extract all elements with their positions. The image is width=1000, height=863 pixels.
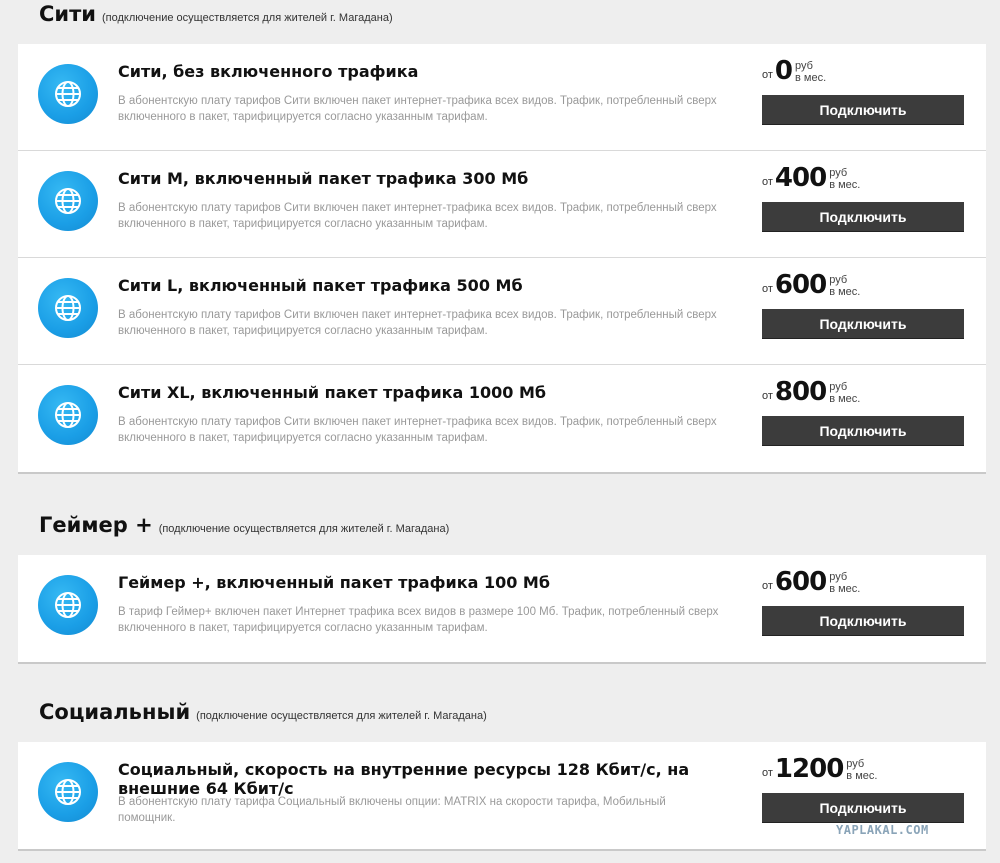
price-from-label: от xyxy=(762,283,773,295)
plan-title: Сити, без включенного трафика xyxy=(118,62,419,81)
connect-button[interactable]: Подключить xyxy=(762,416,964,446)
plan-price: от 1200 руб в мес. xyxy=(762,756,877,782)
plan-price: от 0 руб в мес. xyxy=(762,58,826,84)
plan-card: Сити XL, включенный пакет трафика 1000 М… xyxy=(18,365,986,472)
connect-button[interactable]: Подключить xyxy=(762,202,964,232)
price-currency: руб xyxy=(829,381,848,393)
plan-description: В абонентскую плату тарифов Сити включен… xyxy=(118,202,717,230)
price-period: в мес. xyxy=(829,286,861,298)
plan-card: Геймер +, включенный пакет трафика 100 М… xyxy=(18,555,986,662)
plan-price: от 400 руб в мес. xyxy=(762,165,860,191)
plan-price: от 600 руб в мес. xyxy=(762,569,860,595)
plan-price: от 600 руб в мес. xyxy=(762,272,860,298)
price-currency: руб xyxy=(829,571,848,583)
price-units: руб в мес. xyxy=(829,381,860,405)
section-header-social: Социальный (подключение осуществляется д… xyxy=(39,700,487,724)
price-value: 400 xyxy=(774,163,827,193)
globe-icon xyxy=(38,385,98,445)
price-period: в мес. xyxy=(829,583,861,595)
plan-title: Сити XL, включенный пакет трафика 1000 М… xyxy=(118,383,547,402)
price-currency: руб xyxy=(846,758,865,770)
price-value: 1200 xyxy=(774,754,844,784)
plan-price: от 800 руб в мес. xyxy=(762,379,860,405)
globe-icon xyxy=(38,278,98,338)
price-from-label: от xyxy=(762,69,773,81)
connect-button[interactable]: Подключить xyxy=(762,95,964,125)
section-header-gamer: Геймер + (подключение осуществляется для… xyxy=(39,513,449,537)
price-units: руб в мес. xyxy=(846,758,877,782)
price-currency: руб xyxy=(795,60,813,72)
price-value: 600 xyxy=(774,270,827,300)
globe-icon xyxy=(38,171,98,231)
section-note: (подключение осуществляется для жителей … xyxy=(158,523,450,535)
section-note: (подключение осуществляется для жителей … xyxy=(196,710,487,722)
connect-button[interactable]: Подключить xyxy=(762,309,964,339)
section-gamer-plans: Геймер +, включенный пакет трафика 100 М… xyxy=(18,555,986,664)
plan-card: Сити L, включенный пакет трафика 500 Мб … xyxy=(18,258,986,365)
plan-title: Сити L, включенный пакет трафика 500 Мб xyxy=(118,276,523,295)
plan-card: Сити М, включенный пакет трафика 300 Мб … xyxy=(18,151,986,258)
price-from-label: от xyxy=(762,390,773,402)
plan-description: В абонентскую плату тарифов Сити включен… xyxy=(118,416,717,444)
section-city-plans: Сити, без включенного трафика В абонентс… xyxy=(18,44,986,474)
connect-button[interactable]: Подключить xyxy=(762,606,964,636)
globe-icon xyxy=(38,64,98,124)
plan-title: Социальный, скорость на внутренние ресур… xyxy=(118,760,690,798)
globe-icon xyxy=(38,575,98,635)
price-units: руб в мес. xyxy=(829,274,860,298)
watermark: YAPLAKAL.COM xyxy=(836,823,929,837)
price-value: 0 xyxy=(774,56,793,86)
plan-description: В абонентскую плату тарифов Сити включен… xyxy=(118,95,717,123)
price-from-label: от xyxy=(762,176,773,188)
plan-title: Геймер +, включенный пакет трафика 100 М… xyxy=(118,573,551,592)
section-title: Сити xyxy=(39,2,97,26)
price-from-label: от xyxy=(762,580,773,592)
price-period: в мес. xyxy=(829,179,861,191)
price-period: в мес. xyxy=(846,770,878,782)
price-currency: руб xyxy=(829,274,848,286)
price-period: в мес. xyxy=(795,72,827,84)
price-units: руб в мес. xyxy=(829,571,860,595)
plan-description: В абонентскую плату тарифов Сити включен… xyxy=(118,309,717,337)
section-title: Геймер + xyxy=(39,513,153,537)
plan-description: В абонентскую плату тарифа Социальный вк… xyxy=(118,796,666,824)
price-period: в мес. xyxy=(829,393,861,405)
globe-icon xyxy=(38,762,98,822)
section-title: Социальный xyxy=(39,700,191,724)
connect-button[interactable]: Подключить xyxy=(762,793,964,823)
price-currency: руб xyxy=(829,167,848,179)
plan-title: Сити М, включенный пакет трафика 300 Мб xyxy=(118,169,529,188)
section-header-city: Сити (подключение осуществляется для жит… xyxy=(39,2,393,26)
section-note: (подключение осуществляется для жителей … xyxy=(102,12,393,24)
plan-description: В тариф Геймер+ включен пакет Интернет т… xyxy=(118,606,719,634)
price-from-label: от xyxy=(762,767,773,779)
price-units: руб в мес. xyxy=(829,167,860,191)
price-units: руб в мес. xyxy=(795,60,826,84)
price-value: 600 xyxy=(774,567,827,597)
price-value: 800 xyxy=(774,377,827,407)
plan-card: Сити, без включенного трафика В абонентс… xyxy=(18,44,986,151)
